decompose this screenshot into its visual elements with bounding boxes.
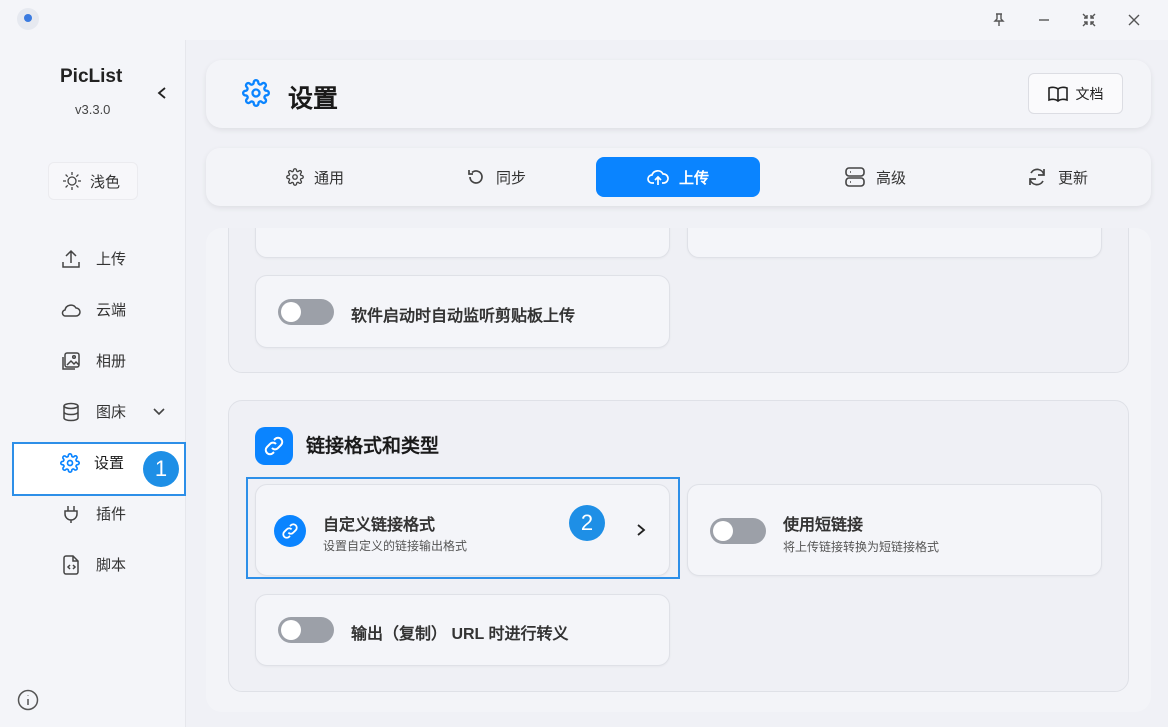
- pin-icon[interactable]: [987, 8, 1011, 32]
- app-name: PicList: [60, 66, 123, 87]
- theme-label: 浅色: [90, 173, 121, 191]
- docs-button-label: 文档: [1075, 85, 1104, 102]
- server-icon: [845, 167, 865, 187]
- upload-icon: [62, 249, 80, 268]
- sidebar-item-label: 插件: [96, 506, 127, 523]
- script-icon: [63, 554, 79, 575]
- chevron-left-icon[interactable]: [152, 83, 172, 103]
- escape-url-card[interactable]: 输出（复制） URL 时进行转义: [255, 594, 670, 666]
- sync-icon: [468, 170, 483, 184]
- sidebar-item-cloud[interactable]: 云端: [0, 284, 186, 335]
- tab-label: 同步: [495, 169, 526, 187]
- chevron-down-icon[interactable]: [152, 407, 166, 417]
- database-icon: [63, 402, 79, 421]
- short-link-desc: 将上传链接转换为短链接格式: [783, 540, 940, 554]
- link-icon: [255, 427, 293, 465]
- tab-label: 上传: [678, 169, 709, 187]
- settings-content: 软件启动时自动监听剪贴板上传 链接格式和类型 自定义链接格式 设置自定义的链接输…: [206, 228, 1151, 712]
- sidebar-item-plugins[interactable]: 插件: [0, 488, 186, 539]
- cloud-icon: [61, 303, 81, 317]
- tab-advanced[interactable]: 高级: [793, 157, 957, 197]
- section-title: 链接格式和类型: [306, 436, 440, 457]
- sidebar-item-label: 相册: [96, 353, 127, 370]
- upload-settings-section: 软件启动时自动监听剪贴板上传: [228, 228, 1129, 373]
- refresh-icon: [1029, 168, 1045, 186]
- settings-tabs: 通用 同步 上传 高级 更新: [206, 148, 1151, 206]
- sidebar-item-label: 云端: [96, 302, 127, 319]
- sidebar-item-imagebed[interactable]: 图床: [0, 386, 186, 437]
- tab-update[interactable]: 更新: [975, 157, 1139, 197]
- tab-label: 更新: [1057, 169, 1088, 187]
- tab-label: 通用: [313, 169, 344, 187]
- sidebar-item-label: 设置: [94, 455, 125, 472]
- short-link-card[interactable]: 使用短链接 将上传链接转换为短链接格式: [687, 484, 1102, 576]
- partial-card-right: [687, 228, 1102, 258]
- sun-icon: [63, 172, 81, 190]
- sidebar-item-upload[interactable]: 上传: [0, 233, 186, 284]
- sidebar-item-gallery[interactable]: 相册: [0, 335, 186, 386]
- step-badge-2: 2: [569, 505, 605, 541]
- sidebar-item-scripts[interactable]: 脚本: [0, 539, 186, 590]
- clipboard-watch-toggle[interactable]: [278, 299, 334, 325]
- restore-icon[interactable]: [1077, 8, 1101, 32]
- title-bar: [0, 0, 1168, 40]
- tab-sync[interactable]: 同步: [414, 157, 578, 197]
- app-version: v3.3.0: [75, 102, 111, 117]
- sidebar-item-label: 图床: [96, 404, 127, 421]
- book-icon: [1047, 86, 1068, 102]
- cloud-upload-icon: [647, 170, 669, 185]
- short-link-toggle[interactable]: [710, 518, 766, 544]
- close-icon[interactable]: [1122, 8, 1146, 32]
- plug-icon: [64, 505, 78, 523]
- info-icon[interactable]: [17, 689, 39, 716]
- gear-icon: [60, 452, 80, 473]
- sidebar-nav: 上传 云端 相册 图床 设置 插件 脚本: [0, 233, 186, 590]
- escape-url-label: 输出（复制） URL 时进行转义: [351, 626, 569, 643]
- gear-icon: [286, 168, 304, 186]
- custom-format-highlight: [246, 477, 680, 579]
- minimize-icon[interactable]: [1032, 8, 1056, 32]
- app-logo-icon: [17, 8, 39, 30]
- escape-url-toggle[interactable]: [278, 617, 334, 643]
- tab-general[interactable]: 通用: [233, 157, 397, 197]
- sidebar-item-label: 上传: [96, 251, 127, 268]
- page-header: 设置 文档: [206, 60, 1151, 128]
- gallery-icon: [62, 351, 80, 370]
- tab-label: 高级: [875, 169, 906, 187]
- short-link-label: 使用短链接: [783, 517, 864, 534]
- step-badge-1: 1: [143, 451, 179, 487]
- theme-toggle-button[interactable]: 浅色: [48, 162, 138, 200]
- docs-button[interactable]: 文档: [1028, 73, 1123, 114]
- sidebar-item-label: 脚本: [96, 557, 127, 574]
- partial-card-left: [255, 228, 670, 258]
- clipboard-watch-label: 软件启动时自动监听剪贴板上传: [351, 308, 576, 325]
- page-title: 设置: [288, 85, 339, 113]
- gear-icon: [242, 79, 270, 107]
- tab-upload[interactable]: 上传: [596, 157, 760, 197]
- clipboard-watch-card[interactable]: 软件启动时自动监听剪贴板上传: [255, 275, 670, 348]
